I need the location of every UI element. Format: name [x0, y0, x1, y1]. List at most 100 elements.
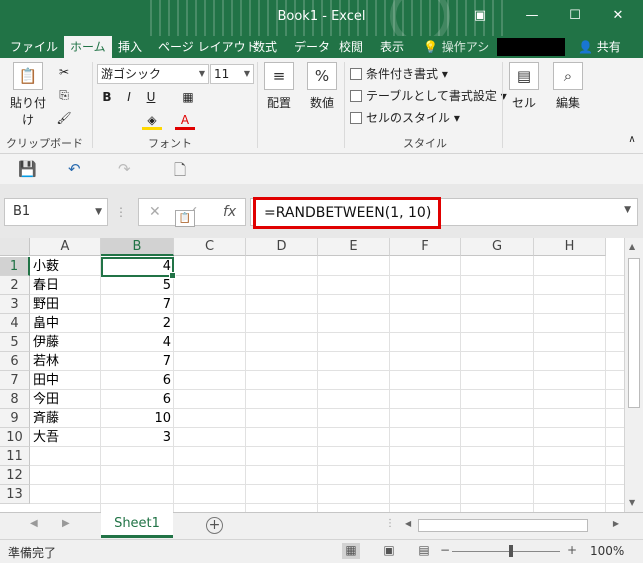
- collapse-ribbon-icon[interactable]: ∧: [625, 130, 639, 150]
- tab-home[interactable]: ホーム: [64, 36, 112, 58]
- vertical-scrollbar[interactable]: ▲ ▼: [624, 238, 643, 512]
- column-header-b[interactable]: B: [101, 238, 174, 256]
- font-size-select[interactable]: 11 ▼: [210, 64, 254, 84]
- cell-name[interactable]: [30, 485, 101, 504]
- cell-value[interactable]: [101, 466, 174, 485]
- expand-formula-icon[interactable]: ▼: [624, 205, 631, 215]
- zoom-level[interactable]: 100%: [590, 544, 624, 558]
- border-icon[interactable]: ▦: [178, 87, 198, 107]
- row-header[interactable]: 1: [0, 257, 30, 276]
- close-icon[interactable]: ✕: [608, 6, 628, 26]
- tab-file[interactable]: ファイル: [4, 36, 64, 58]
- row-header[interactable]: 10: [0, 428, 30, 447]
- cell-value[interactable]: 4: [101, 333, 174, 352]
- bold-button[interactable]: B: [98, 87, 116, 107]
- cell-value[interactable]: 10: [101, 409, 174, 428]
- row-header[interactable]: 5: [0, 333, 30, 352]
- scroll-down-icon[interactable]: ▼: [629, 498, 635, 507]
- cell-name[interactable]: 小薮: [30, 257, 101, 276]
- page-break-view-icon[interactable]: ▤: [415, 543, 433, 559]
- zoom-slider-thumb[interactable]: [509, 545, 513, 557]
- zoom-slider[interactable]: [452, 551, 560, 552]
- tab-formulas[interactable]: 数式: [247, 36, 283, 58]
- row-header[interactable]: 13: [0, 485, 30, 504]
- row-header[interactable]: 4: [0, 314, 30, 333]
- cell-value[interactable]: [101, 485, 174, 504]
- italic-button[interactable]: I: [120, 87, 138, 107]
- paste-options-icon[interactable]: 📋: [175, 210, 195, 227]
- alignment-button[interactable]: ≡ 配置: [262, 62, 296, 111]
- paste-button[interactable]: 📋 貼り付け: [6, 62, 50, 128]
- underline-button[interactable]: U: [142, 87, 160, 107]
- page-layout-view-icon[interactable]: ▣: [380, 543, 398, 559]
- select-all-corner[interactable]: [0, 238, 30, 256]
- column-header-a[interactable]: A: [30, 238, 101, 256]
- name-box[interactable]: B1 ▼: [4, 198, 108, 226]
- hscroll-thumb[interactable]: [418, 519, 588, 532]
- redo-icon[interactable]: ↷: [118, 160, 131, 178]
- column-header-c[interactable]: C: [174, 238, 246, 256]
- column-header-g[interactable]: G: [461, 238, 534, 256]
- row-header[interactable]: 11: [0, 447, 30, 466]
- cell-name[interactable]: 若林: [30, 352, 101, 371]
- minimize-icon[interactable]: —: [522, 6, 542, 26]
- conditional-formatting-button[interactable]: 条件付き書式 ▾: [350, 64, 448, 84]
- format-as-table-button[interactable]: テーブルとして書式設定 ▾: [350, 86, 507, 106]
- row-header[interactable]: 6: [0, 352, 30, 371]
- cell-name[interactable]: 今田: [30, 390, 101, 409]
- font-color-icon[interactable]: A: [175, 110, 195, 130]
- cancel-icon[interactable]: ✕: [149, 204, 161, 220]
- cell-name[interactable]: 大吾: [30, 428, 101, 447]
- row-header[interactable]: 7: [0, 371, 30, 390]
- share-button[interactable]: 👤 共有: [578, 36, 621, 58]
- cell-value[interactable]: 5: [101, 276, 174, 295]
- cell-value[interactable]: 7: [101, 295, 174, 314]
- cell-value[interactable]: 6: [101, 371, 174, 390]
- column-header-d[interactable]: D: [246, 238, 318, 256]
- new-document-icon[interactable]: 🗋: [174, 160, 186, 185]
- prev-sheet-icon[interactable]: ◀: [30, 518, 38, 529]
- scroll-thumb[interactable]: [628, 258, 640, 408]
- tab-review[interactable]: 校閲: [333, 36, 369, 58]
- cell-name[interactable]: 春日: [30, 276, 101, 295]
- copy-icon[interactable]: ⎘: [56, 85, 72, 105]
- save-icon[interactable]: 💾: [18, 160, 37, 178]
- cell-name[interactable]: [30, 466, 101, 485]
- cell-name[interactable]: 野田: [30, 295, 101, 314]
- cell-value[interactable]: 2: [101, 314, 174, 333]
- cell-name[interactable]: 田中: [30, 371, 101, 390]
- row-header[interactable]: 2: [0, 276, 30, 295]
- scroll-right-icon[interactable]: ▶: [613, 519, 619, 528]
- cell-name[interactable]: 畠中: [30, 314, 101, 333]
- row-header[interactable]: 9: [0, 409, 30, 428]
- tab-insert[interactable]: 挿入: [112, 36, 148, 58]
- format-painter-icon[interactable]: 🖌: [56, 108, 72, 128]
- column-header-h[interactable]: H: [534, 238, 606, 256]
- cell-styles-button[interactable]: セルのスタイル ▾: [350, 108, 460, 128]
- scroll-up-icon[interactable]: ▲: [629, 242, 635, 251]
- zoom-in-icon[interactable]: +: [563, 543, 581, 559]
- cell-value[interactable]: 6: [101, 390, 174, 409]
- maximize-icon[interactable]: ☐: [565, 6, 585, 26]
- number-format-button[interactable]: % 数値: [305, 62, 339, 111]
- row-header[interactable]: 3: [0, 295, 30, 314]
- undo-icon[interactable]: ↶: [68, 160, 81, 178]
- cell-value[interactable]: 7: [101, 352, 174, 371]
- worksheet-grid[interactable]: A B C D E F G H 1 小薮 4 2 春日 5 3 野田 7 4 畠中 2 5 伊藤 4 6 若林 7 7 田中 6 8 今田 6…: [0, 238, 624, 512]
- sheet-tab[interactable]: Sheet1: [101, 512, 173, 538]
- column-header-e[interactable]: E: [318, 238, 390, 256]
- cell-value[interactable]: 3: [101, 428, 174, 447]
- tab-data[interactable]: データ: [288, 36, 336, 58]
- cell-value[interactable]: [101, 447, 174, 466]
- add-sheet-icon[interactable]: +: [206, 517, 223, 534]
- fx-icon[interactable]: fx: [223, 204, 236, 220]
- tell-me-box[interactable]: 💡 操作アシ: [423, 36, 489, 58]
- cell-name[interactable]: [30, 447, 101, 466]
- cell-name[interactable]: 斉藤: [30, 409, 101, 428]
- scroll-left-icon[interactable]: ◀: [405, 519, 411, 528]
- ribbon-display-icon[interactable]: ▣: [470, 6, 490, 26]
- editing-button[interactable]: ⌕ 編集: [551, 62, 585, 111]
- normal-view-icon[interactable]: ▦: [342, 543, 360, 559]
- column-header-f[interactable]: F: [390, 238, 461, 256]
- horizontal-scrollbar[interactable]: ◀ ▶: [402, 518, 622, 534]
